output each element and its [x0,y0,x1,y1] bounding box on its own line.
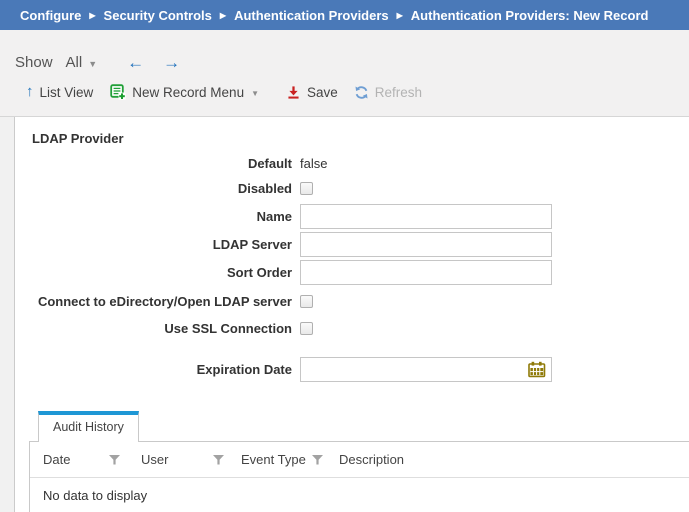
table-empty-message: No data to display [30,478,689,512]
breadcrumb-item-security-controls[interactable]: Security Controls [104,8,212,23]
connect-edirectory-checkbox[interactable] [300,295,313,308]
disabled-field-row: Disabled [15,177,689,199]
column-label: User [141,452,168,467]
chevron-down-icon: ▼ [88,56,97,72]
column-header-event-type[interactable]: Event Type [241,452,339,467]
name-field-row: Name [15,204,689,229]
breadcrumb-item-new-record[interactable]: Authentication Providers: New Record [411,8,649,23]
refresh-button[interactable]: Refresh [354,85,422,100]
new-record-menu-label: New Record Menu [132,85,244,100]
expiration-date-field-label: Expiration Date [15,362,300,377]
ldap-server-field-label: LDAP Server [15,237,300,252]
audit-history-table: Date User Event Type [29,441,689,512]
use-ssl-field-row: Use SSL Connection [15,318,689,338]
breadcrumb-separator-icon: ▶ [220,11,226,20]
list-view-label: List View [40,85,94,100]
column-header-description[interactable]: Description [339,452,689,467]
column-label: Date [43,452,70,467]
save-button[interactable]: Save [286,85,338,100]
column-label: Event Type [241,452,306,467]
filter-funnel-icon[interactable] [109,455,120,465]
disabled-checkbox[interactable] [300,182,313,195]
default-field-row: Default false [15,153,689,173]
expiration-date-field-row: Expiration Date [15,357,689,382]
filter-funnel-icon[interactable] [213,455,224,465]
column-header-user[interactable]: User [141,452,241,467]
use-ssl-checkbox[interactable] [300,322,313,335]
save-label: Save [307,85,338,100]
calendar-icon[interactable] [528,361,546,381]
name-input[interactable] [300,204,552,229]
expiration-date-input[interactable] [300,357,552,382]
sort-order-field-label: Sort Order [15,265,300,280]
disabled-field-label: Disabled [15,181,300,196]
refresh-icon [354,85,369,100]
toolbar-buttons: ↑ List View New Record Menu ▼ [26,84,689,100]
breadcrumb: Configure ▶ Security Controls ▶ Authenti… [0,0,689,30]
next-record-button[interactable]: → [163,56,180,70]
table-header: Date User Event Type [30,442,689,478]
toolbar: Show All ▼ ← → ↑ List View [0,30,689,117]
list-view-button[interactable]: ↑ List View [26,85,93,100]
filter-funnel-icon[interactable] [312,455,323,465]
breadcrumb-separator-icon: ▶ [397,11,403,20]
new-record-menu-button[interactable]: New Record Menu ▼ [110,84,259,100]
ldap-server-input[interactable] [300,232,552,257]
show-filter-dropdown[interactable]: All ▼ [66,55,98,71]
previous-record-button[interactable]: ← [127,56,144,70]
tab-bar: Audit History [38,411,689,442]
record-navigation: ← → [127,56,180,70]
up-arrow-icon: ↑ [26,85,34,99]
tab-audit-history[interactable]: Audit History [38,411,139,442]
breadcrumb-item-authentication-providers[interactable]: Authentication Providers [234,8,389,23]
connect-edirectory-field-label: Connect to eDirectory/Open LDAP server [15,294,300,309]
form-section-title: LDAP Provider [15,129,689,149]
default-field-label: Default [15,156,300,171]
breadcrumb-item-configure[interactable]: Configure [20,8,81,23]
name-field-label: Name [15,209,300,224]
ldap-provider-form: LDAP Provider Default false Disabled Nam… [14,117,689,512]
breadcrumb-separator-icon: ▶ [89,11,95,20]
show-filter-value: All [66,55,83,71]
use-ssl-field-label: Use SSL Connection [15,321,300,336]
main-area: LDAP Provider Default false Disabled Nam… [0,117,689,512]
app-window: Configure ▶ Security Controls ▶ Authenti… [0,0,689,512]
show-row: Show All ▼ ← → [0,30,689,71]
ldap-server-field-row: LDAP Server [15,232,689,257]
column-header-date[interactable]: Date [43,452,141,467]
sort-order-field-row: Sort Order [15,260,689,285]
new-record-icon [110,84,126,100]
column-label: Description [339,452,404,467]
show-label: Show [15,55,53,71]
default-field-value: false [300,156,327,171]
sort-order-input[interactable] [300,260,552,285]
refresh-label: Refresh [375,85,422,100]
connect-edirectory-field-row: Connect to eDirectory/Open LDAP server [15,291,689,311]
chevron-down-icon: ▼ [251,89,259,98]
save-icon [286,85,301,100]
